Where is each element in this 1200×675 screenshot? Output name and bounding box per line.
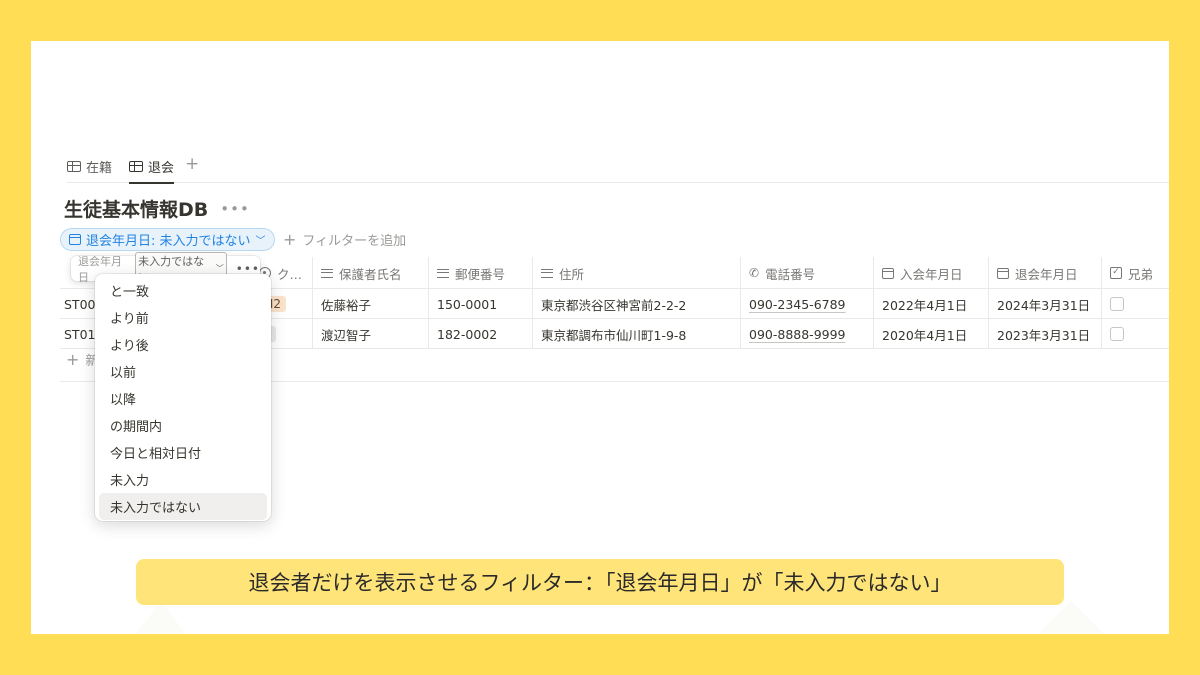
column-label: 兄弟 [1128,266,1154,282]
tab-label: 退会 [148,160,175,176]
column-label: 郵便番号 [455,266,506,282]
filter-condition-menu: と一致 より前 より後 以前 以降 の期間内 今日と相対日付 未入力 未入力では… [95,274,271,521]
sibling-checkbox[interactable] [1110,297,1124,311]
new-row-button[interactable]: + 新 [66,350,98,369]
text-icon [541,268,553,278]
column-label: ク… [277,266,303,282]
content-frame: 在籍 退会 + 生徒基本情報DB ••• 退会年月日: 未入力ではない ﹀ + … [31,41,1169,634]
column-header[interactable]: 郵便番号 [428,257,532,289]
cell-zip[interactable]: 150-0001 [428,289,532,319]
column-header[interactable]: ✓ 兄弟 [1101,257,1169,289]
cell-zip[interactable]: 182-0002 [428,319,532,349]
column-label: 電話番号 [765,266,816,282]
phone-icon: ✆ [749,266,760,280]
tab-withdrawn[interactable]: 退会 [129,153,175,184]
column-label: 住所 [559,266,585,282]
cell-leave-date[interactable]: 2023年3月31日 [988,319,1101,349]
menu-item-is-not-empty[interactable]: 未入力ではない [99,493,267,520]
menu-item-is-empty[interactable]: 未入力 [99,466,267,493]
add-filter-label: フィルターを追加 [302,234,407,249]
chevron-down-icon: ﹀ [215,264,224,273]
active-filter-chip[interactable]: 退会年月日: 未入力ではない ﹀ [60,228,275,251]
chevron-down-icon: ﹀ [255,236,266,247]
tab-enrolled[interactable]: 在籍 [67,153,112,179]
database-title: 生徒基本情報DB [64,199,209,221]
menu-item-within[interactable]: の期間内 [99,412,267,439]
column-header[interactable]: 保護者氏名 [312,257,428,289]
column-label: 入会年月日 [900,266,963,282]
cell-guardian[interactable]: 佐藤裕子 [312,289,428,319]
plus-icon: + [283,229,297,249]
add-filter-button[interactable]: + フィルターを追加 [283,230,406,249]
page-title: 生徒基本情報DB ••• [64,195,250,222]
menu-item-relative-today[interactable]: 今日と相対日付 [99,439,267,466]
cell-address[interactable]: 東京都渋谷区神宮前2-2-2 [532,289,740,319]
cell-sibling[interactable] [1101,319,1169,349]
menu-item-before[interactable]: より前 [99,304,267,331]
tab-label: 在籍 [86,160,113,176]
background-shape [131,601,191,634]
column-header[interactable]: ✆ 電話番号 [740,257,873,289]
caption-banner: 退会者だけを表示させるフィルター：「退会年月日」が「未入力ではない」 [136,559,1064,605]
cell-address[interactable]: 東京都調布市仙川町1-9-8 [532,319,740,349]
view-tabs: 在籍 退会 + [67,147,1169,184]
calendar-icon [997,267,1009,279]
cell-join-date[interactable]: 2020年4月1日 [873,319,988,349]
more-options-icon[interactable]: ••• [220,200,250,218]
cell-phone[interactable]: 090-8888-9999 [740,319,873,349]
cell-phone[interactable]: 090-2345-6789 [740,289,873,319]
column-label: 保護者氏名 [339,266,402,282]
cell-leave-date[interactable]: 2024年3月31日 [988,289,1101,319]
phone-link[interactable]: 090-2345-6789 [749,297,846,312]
text-icon [437,268,449,278]
table-icon [67,160,81,172]
menu-item-on-or-after[interactable]: 以降 [99,385,267,412]
text-icon [321,268,333,278]
cell-guardian[interactable]: 渡辺智子 [312,319,428,349]
column-header[interactable]: 住所 [532,257,740,289]
menu-item-on-or-before[interactable]: 以前 [99,358,267,385]
caption-text: 退会者だけを表示させるフィルター：「退会年月日」が「未入力ではない」 [248,571,952,595]
cell-join-date[interactable]: 2022年4月1日 [873,289,988,319]
sibling-checkbox[interactable] [1110,327,1124,341]
checkbox-icon: ✓ [1110,267,1122,279]
menu-item-equals[interactable]: と一致 [99,277,267,304]
background-shape [1031,601,1111,634]
add-view-icon[interactable]: + [185,154,199,174]
column-header[interactable]: 退会年月日 [988,257,1101,289]
column-label: 退会年月日 [1015,266,1078,282]
phone-link[interactable]: 090-8888-9999 [749,327,846,342]
table-icon [129,160,143,172]
column-header[interactable]: 入会年月日 [873,257,988,289]
menu-item-after[interactable]: より後 [99,331,267,358]
cell-sibling[interactable] [1101,289,1169,319]
plus-icon: + [66,350,80,369]
calendar-icon [882,267,894,279]
filter-chip-label: 退会年月日: 未入力ではない [86,234,251,249]
calendar-icon [69,234,81,245]
